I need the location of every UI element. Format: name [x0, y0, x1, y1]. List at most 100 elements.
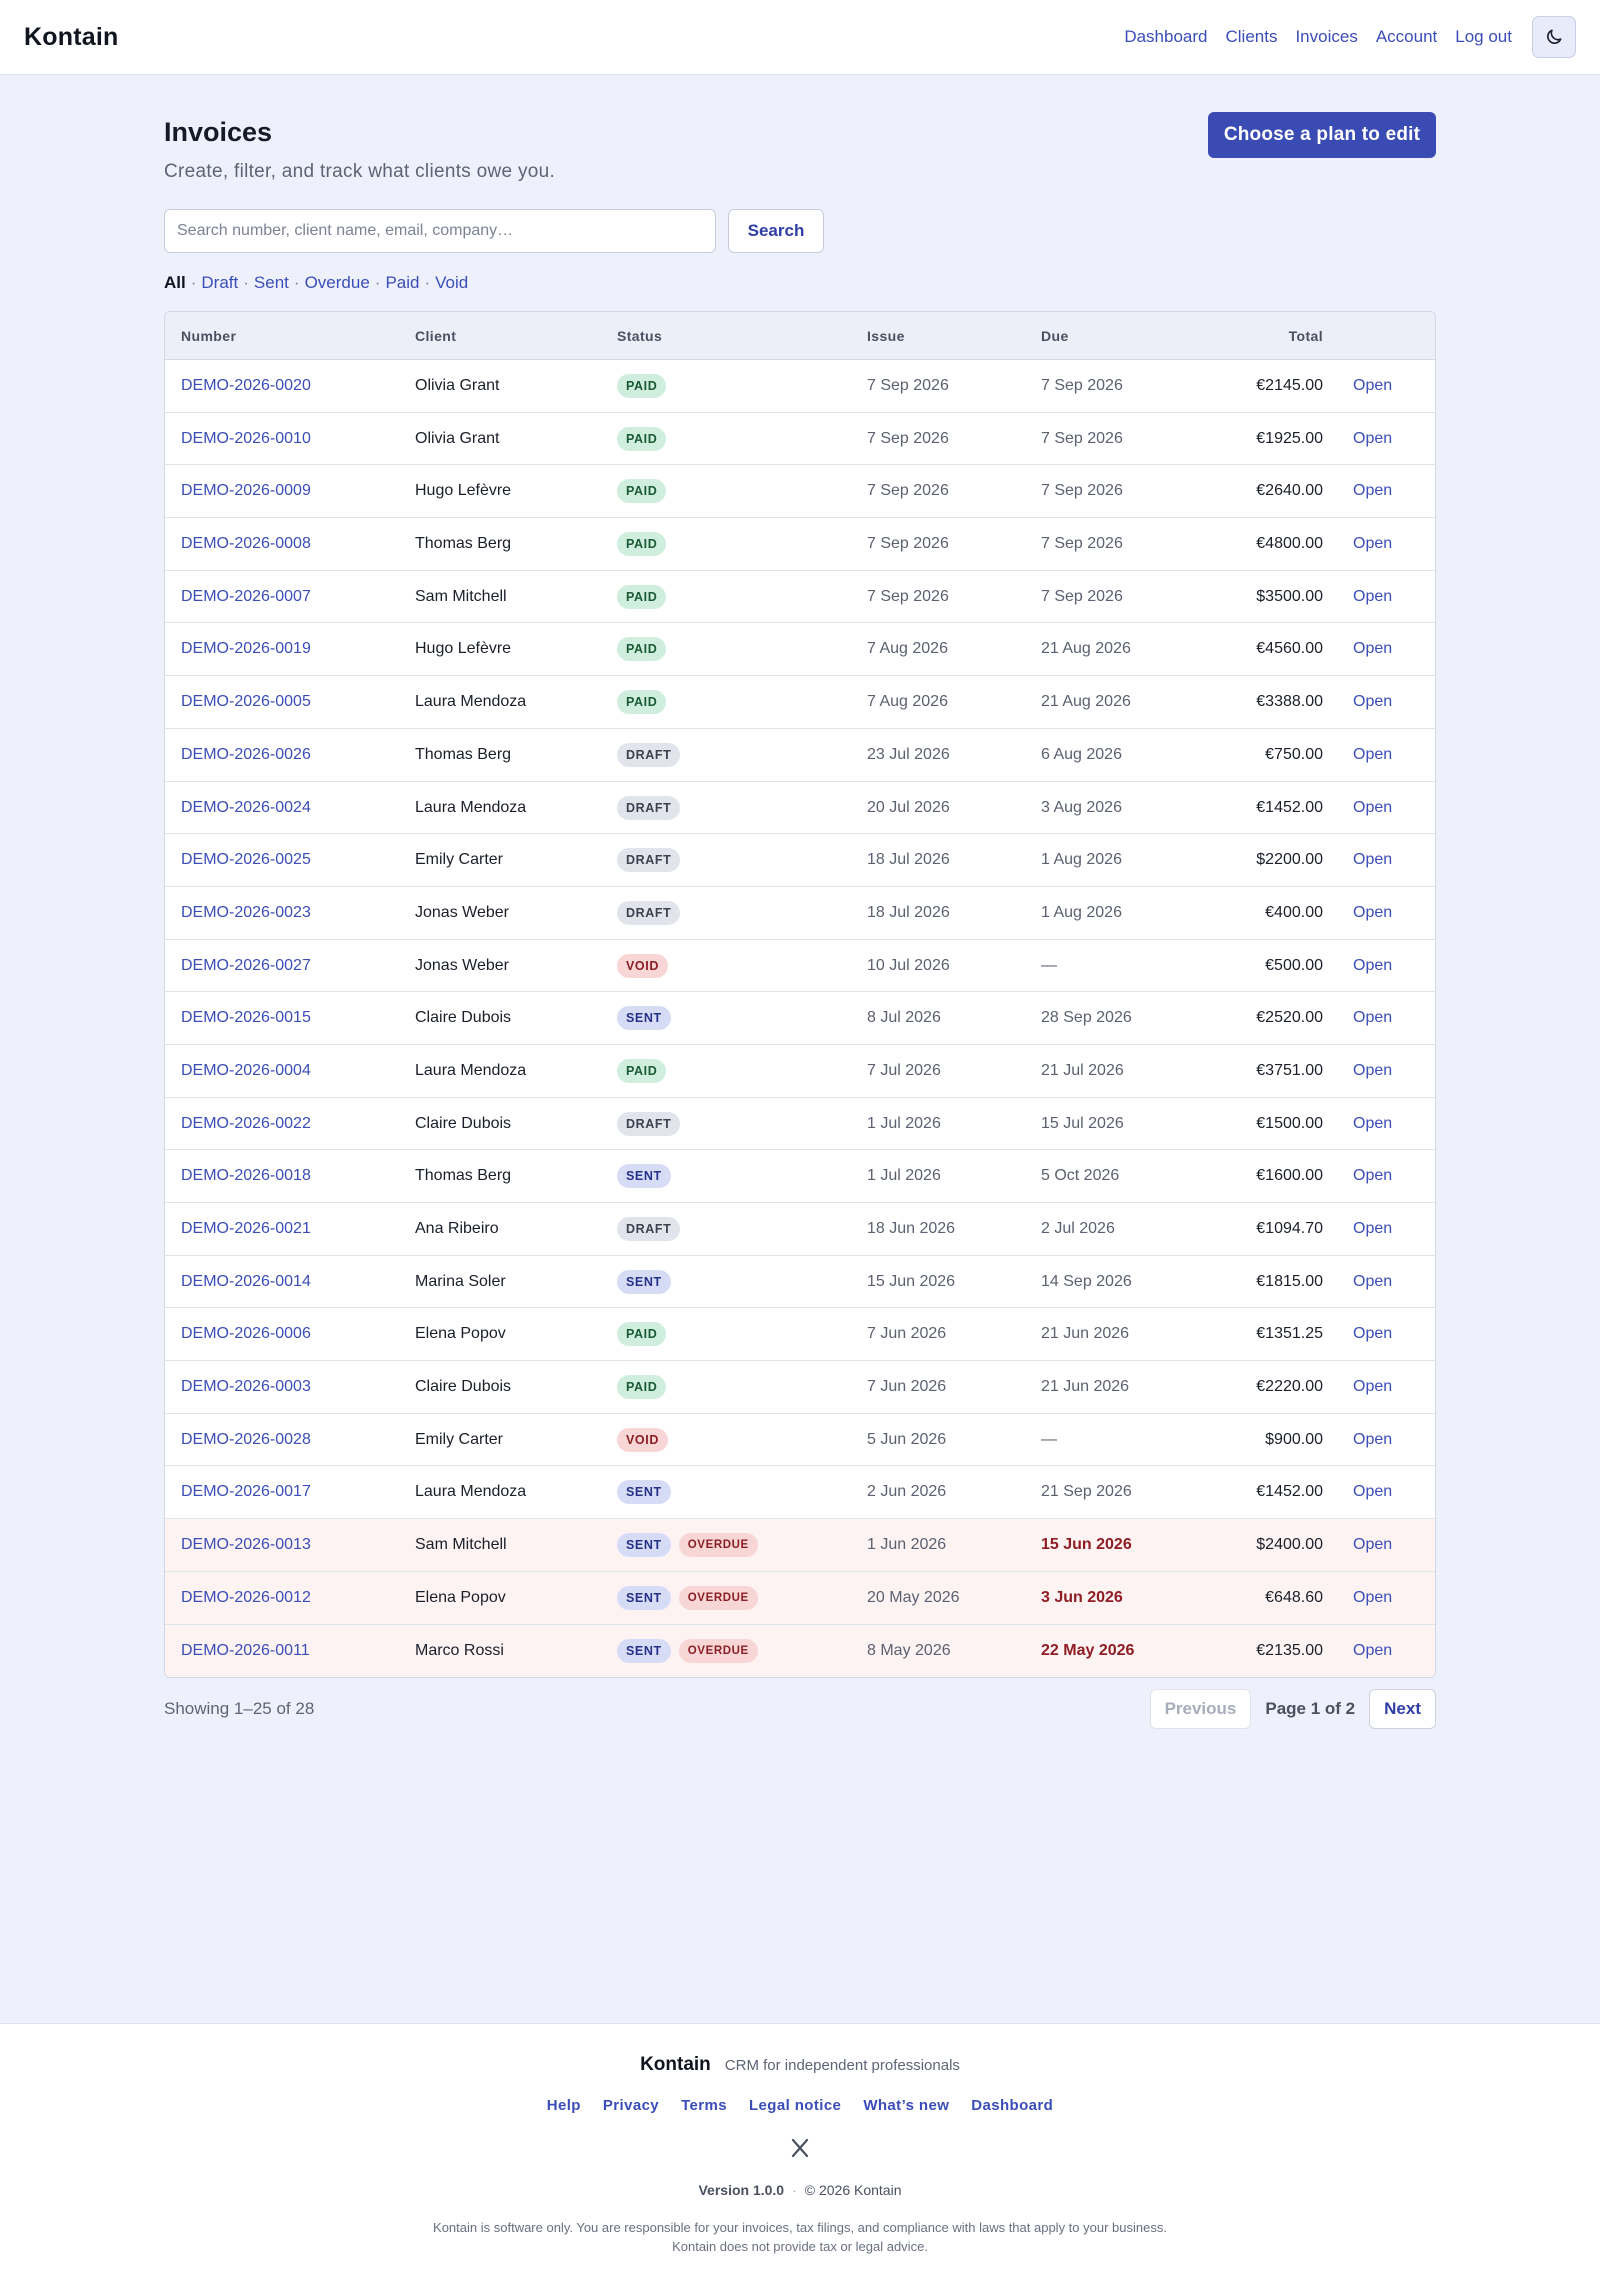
- next-page-button[interactable]: Next: [1369, 1689, 1436, 1729]
- footer-link-privacy[interactable]: Privacy: [603, 2097, 659, 2114]
- invoice-number-link[interactable]: DEMO-2026-0011: [181, 1625, 310, 1677]
- invoice-number-link[interactable]: DEMO-2026-0007: [181, 571, 311, 623]
- table-row[interactable]: DEMO-2026-0014 Marina Soler SENT 15 Jun 202…: [165, 1256, 1435, 1309]
- column-header-number[interactable]: Number: [181, 312, 236, 360]
- open-invoice-link[interactable]: Open: [1353, 465, 1392, 517]
- footer-link-terms[interactable]: Terms: [681, 2097, 727, 2114]
- table-row[interactable]: DEMO-2026-0028 Emily Carter VOID 5 Jun 2026…: [165, 1414, 1435, 1467]
- invoice-number-link[interactable]: DEMO-2026-0021: [181, 1203, 311, 1255]
- open-invoice-link[interactable]: Open: [1353, 623, 1392, 675]
- nav-log-out[interactable]: Log out: [1455, 27, 1512, 47]
- x-logo-icon[interactable]: [788, 2136, 812, 2160]
- open-invoice-link[interactable]: Open: [1353, 940, 1392, 992]
- invoice-number-link[interactable]: DEMO-2026-0023: [181, 887, 311, 939]
- open-invoice-link[interactable]: Open: [1353, 1625, 1392, 1677]
- open-invoice-link[interactable]: Open: [1353, 413, 1392, 465]
- invoice-number-link[interactable]: DEMO-2026-0014: [181, 1256, 311, 1308]
- open-invoice-link[interactable]: Open: [1353, 834, 1392, 886]
- invoice-number-link[interactable]: DEMO-2026-0010: [181, 413, 311, 465]
- invoice-number-link[interactable]: DEMO-2026-0003: [181, 1361, 311, 1413]
- invoice-number-link[interactable]: DEMO-2026-0028: [181, 1414, 311, 1466]
- open-invoice-link[interactable]: Open: [1353, 729, 1392, 781]
- open-invoice-link[interactable]: Open: [1353, 1572, 1392, 1624]
- table-row[interactable]: DEMO-2026-0017 Laura Mendoza SENT 2 Jun 202…: [165, 1466, 1435, 1520]
- filter-draft[interactable]: Draft: [201, 273, 238, 293]
- open-invoice-link[interactable]: Open: [1353, 1150, 1392, 1202]
- open-invoice-link[interactable]: Open: [1353, 1203, 1392, 1255]
- table-row[interactable]: DEMO-2026-0023 Jonas Weber DRAFT 18 Jul 202…: [165, 887, 1435, 940]
- column-header-due[interactable]: Due: [1041, 312, 1069, 360]
- footer-link-help[interactable]: Help: [547, 2097, 581, 2114]
- column-header-status[interactable]: Status: [617, 312, 662, 360]
- table-row[interactable]: DEMO-2026-0015 Claire Dubois SENT 8 Jul 202…: [165, 992, 1435, 1045]
- invoice-number-link[interactable]: DEMO-2026-0013: [181, 1519, 311, 1571]
- invoice-number-link[interactable]: DEMO-2026-0025: [181, 834, 311, 886]
- search-button[interactable]: Search: [728, 209, 824, 253]
- invoice-number-link[interactable]: DEMO-2026-0027: [181, 940, 311, 992]
- footer-link-whats-new[interactable]: What’s new: [863, 2097, 949, 2114]
- invoice-number-link[interactable]: DEMO-2026-0024: [181, 782, 311, 834]
- table-row[interactable]: DEMO-2026-0018 Thomas Berg SENT 1 Jul 2026 5…: [165, 1150, 1435, 1203]
- filter-all[interactable]: All: [164, 273, 186, 293]
- open-invoice-link[interactable]: Open: [1353, 360, 1392, 412]
- theme-toggle-button[interactable]: [1532, 16, 1576, 58]
- column-header-total[interactable]: Total: [1289, 312, 1323, 360]
- table-row[interactable]: DEMO-2026-0020 Olivia Grant PAID 7 Sep 2026…: [165, 360, 1435, 413]
- invoice-number-link[interactable]: DEMO-2026-0005: [181, 676, 311, 728]
- nav-invoices[interactable]: Invoices: [1295, 27, 1357, 47]
- nav-account[interactable]: Account: [1376, 27, 1437, 47]
- table-row[interactable]: DEMO-2026-0006 Elena Popov PAID 7 Jun 2026 2…: [165, 1308, 1435, 1362]
- invoice-number-link[interactable]: DEMO-2026-0020: [181, 360, 311, 412]
- open-invoice-link[interactable]: Open: [1353, 1256, 1392, 1308]
- table-row[interactable]: DEMO-2026-0004 Laura Mendoza PAID 7 Jul 202…: [165, 1045, 1435, 1098]
- invoice-number-link[interactable]: DEMO-2026-0019: [181, 623, 311, 675]
- table-row[interactable]: DEMO-2026-0019 Hugo Lefèvre PAID 7 Aug 2026…: [165, 623, 1435, 677]
- table-row[interactable]: DEMO-2026-0011 Marco Rossi SENT OVERDUE 8 Ma…: [165, 1624, 1435, 1678]
- table-row[interactable]: DEMO-2026-0024 Laura Mendoza DRAFT 20 Jul 2…: [165, 782, 1435, 835]
- open-invoice-link[interactable]: Open: [1353, 1098, 1392, 1150]
- filter-void[interactable]: Void: [435, 273, 468, 293]
- table-row[interactable]: DEMO-2026-0025 Emily Carter DRAFT 18 Jul 20…: [165, 834, 1435, 887]
- table-row[interactable]: DEMO-2026-0003 Claire Dubois PAID 7 Jun 202…: [165, 1361, 1435, 1414]
- footer-link-dashboard[interactable]: Dashboard: [971, 2097, 1053, 2114]
- nav-dashboard[interactable]: Dashboard: [1124, 27, 1207, 47]
- invoice-number-link[interactable]: DEMO-2026-0022: [181, 1098, 311, 1150]
- open-invoice-link[interactable]: Open: [1353, 887, 1392, 939]
- table-row[interactable]: DEMO-2026-0010 Olivia Grant PAID 7 Sep 2026…: [165, 413, 1435, 466]
- open-invoice-link[interactable]: Open: [1353, 676, 1392, 728]
- invoice-number-link[interactable]: DEMO-2026-0026: [181, 729, 311, 781]
- table-row[interactable]: DEMO-2026-0012 Elena Popov SENT OVERDUE 20 M…: [165, 1571, 1435, 1625]
- invoice-number-link[interactable]: DEMO-2026-0017: [181, 1466, 311, 1518]
- open-invoice-link[interactable]: Open: [1353, 782, 1392, 834]
- filter-sent[interactable]: Sent: [254, 273, 289, 293]
- open-invoice-link[interactable]: Open: [1353, 1361, 1392, 1413]
- choose-plan-button[interactable]: Choose a plan to edit: [1208, 112, 1436, 158]
- table-row[interactable]: DEMO-2026-0021 Ana Ribeiro DRAFT 18 Jun 202…: [165, 1203, 1435, 1256]
- open-invoice-link[interactable]: Open: [1353, 992, 1392, 1044]
- column-header-issue[interactable]: Issue: [867, 312, 905, 360]
- footer-brand[interactable]: Kontain: [640, 2054, 711, 2076]
- nav-clients[interactable]: Clients: [1225, 27, 1277, 47]
- previous-page-button[interactable]: Previous: [1149, 1689, 1252, 1729]
- table-row[interactable]: DEMO-2026-0009 Hugo Lefèvre PAID 7 Sep 2026…: [165, 465, 1435, 519]
- column-header-client[interactable]: Client: [415, 312, 456, 360]
- invoice-number-link[interactable]: DEMO-2026-0015: [181, 992, 311, 1044]
- open-invoice-link[interactable]: Open: [1353, 1466, 1392, 1518]
- table-row[interactable]: DEMO-2026-0007 Sam Mitchell PAID 7 Sep 2026…: [165, 571, 1435, 624]
- invoice-number-link[interactable]: DEMO-2026-0004: [181, 1045, 311, 1097]
- footer-link-legal-notice[interactable]: Legal notice: [749, 2097, 841, 2114]
- table-row[interactable]: DEMO-2026-0008 Thomas Berg PAID 7 Sep 2026 7…: [165, 518, 1435, 571]
- open-invoice-link[interactable]: Open: [1353, 1519, 1392, 1571]
- search-input[interactable]: [164, 209, 716, 253]
- filter-paid[interactable]: Paid: [385, 273, 419, 293]
- brand-logo[interactable]: Kontain: [24, 23, 118, 52]
- invoice-number-link[interactable]: DEMO-2026-0008: [181, 518, 311, 570]
- open-invoice-link[interactable]: Open: [1353, 1045, 1392, 1097]
- table-row[interactable]: DEMO-2026-0005 Laura Mendoza PAID 7 Aug 202…: [165, 676, 1435, 729]
- invoice-number-link[interactable]: DEMO-2026-0009: [181, 465, 311, 517]
- filter-overdue[interactable]: Overdue: [305, 273, 370, 293]
- table-row[interactable]: DEMO-2026-0013 Sam Mitchell SENT OVERDUE 1 J…: [165, 1519, 1435, 1572]
- table-row[interactable]: DEMO-2026-0022 Claire Dubois DRAFT 1 Jul 20…: [165, 1098, 1435, 1151]
- table-row[interactable]: DEMO-2026-0027 Jonas Weber VOID 10 Jul 2026…: [165, 940, 1435, 993]
- invoice-number-link[interactable]: DEMO-2026-0018: [181, 1150, 311, 1202]
